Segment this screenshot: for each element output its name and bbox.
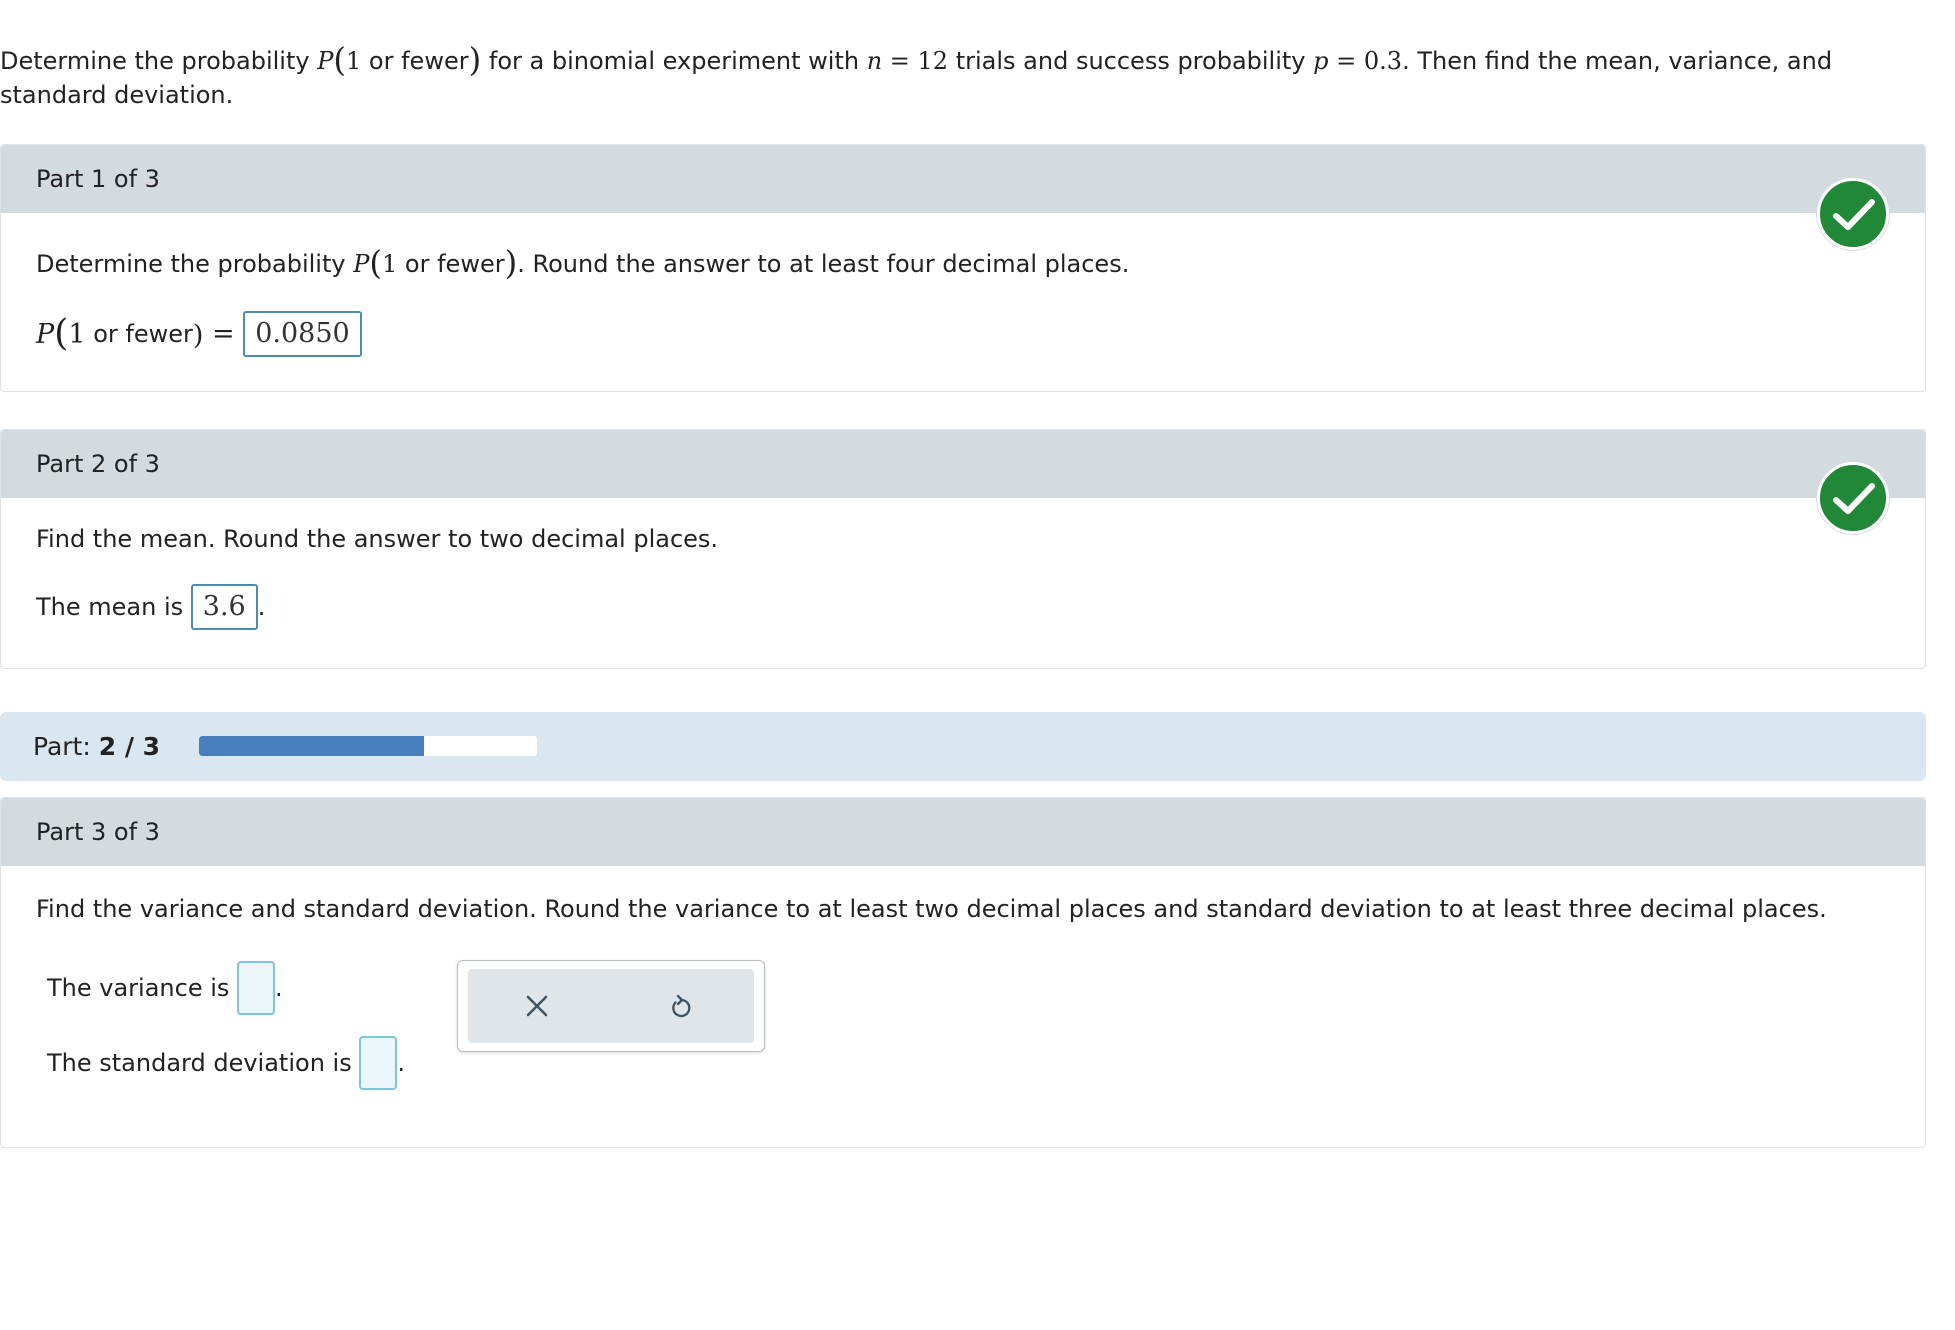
std-dev-input[interactable] <box>359 1036 398 1090</box>
question-text-2: for a binomial experiment with <box>481 47 867 75</box>
part-1-header: Part 1 of 3 <box>1 145 1925 213</box>
question-text-1: Determine the probability <box>0 47 318 75</box>
variance-row: The variance is . <box>47 961 283 1015</box>
question-text-3: trials and success probability <box>948 47 1314 75</box>
undo-icon <box>672 994 691 1018</box>
std-dev-row: The standard deviation is . <box>47 1036 405 1090</box>
probability-answer-field[interactable]: 0.0850 <box>243 311 362 357</box>
part-3-panel: Part 3 of 3 Find the variance and standa… <box>0 797 1926 1148</box>
close-icon <box>526 995 548 1017</box>
part-1-instruction: Determine the probability P(1 or fewer).… <box>36 244 1130 282</box>
mean-answer-field[interactable]: 3.6 <box>190 584 258 630</box>
progress-value: 2 / 3 <box>98 732 161 761</box>
part-3-header: Part 3 of 3 <box>1 798 1925 866</box>
n-symbol: n <box>866 47 883 75</box>
undo-button[interactable] <box>659 984 703 1028</box>
part-1-panel: Part 1 of 3 Determine the probability P(… <box>0 144 1926 392</box>
progress-label: Part: 2 / 3 <box>33 732 161 761</box>
part-progress-bar: Part: 2 / 3 <box>0 712 1926 781</box>
question-prompt: Determine the probability P(1 or fewer) … <box>0 41 1833 109</box>
part-2-instruction: Find the mean. Round the answer to two d… <box>36 525 719 553</box>
answer-tool-palette <box>457 960 765 1052</box>
correct-check-icon <box>1817 178 1889 250</box>
probability-symbol: P <box>317 47 334 75</box>
variance-input[interactable] <box>237 961 276 1015</box>
part-2-header: Part 2 of 3 <box>1 430 1925 498</box>
clear-button[interactable] <box>515 984 559 1028</box>
progress-fill <box>199 736 425 756</box>
part-3-instruction: Find the variance and standard deviation… <box>36 895 1827 923</box>
correct-check-icon <box>1817 462 1889 534</box>
part-1-answer-row: P(1 or fewer) = 0.0850 <box>36 311 362 357</box>
p-symbol: p <box>1313 47 1329 75</box>
part-2-panel: Part 2 of 3 Find the mean. Round the ans… <box>0 429 1926 669</box>
progress-track <box>199 736 537 756</box>
part-2-answer-row: The mean is 3.6. <box>36 584 265 630</box>
